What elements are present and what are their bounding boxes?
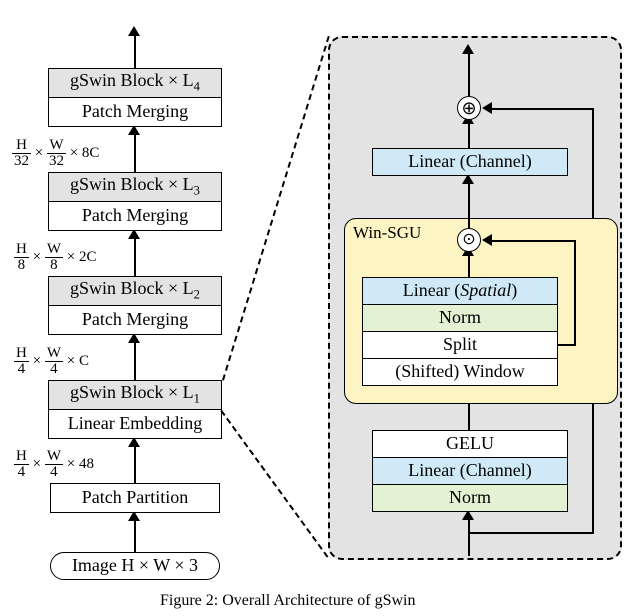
elementwise-add-icon: ⊕ <box>457 96 481 120</box>
figure-caption: Figure 2: Overall Architecture of gSwin <box>160 592 416 610</box>
patch-merging-box-3: Patch Merging <box>48 201 222 231</box>
elementwise-product-icon: ⊙ <box>457 228 481 252</box>
arrow <box>134 237 136 276</box>
architecture-diagram: Image H × W × 3 Patch Partition H4 × W4 … <box>0 0 640 616</box>
residual-line-h1 <box>470 532 594 534</box>
linear-channel-bottom-box: Linear (Channel) <box>372 457 568 485</box>
split-branch-h2 <box>490 240 576 242</box>
linear-spatial-box: Linear (Spatial) <box>362 277 558 305</box>
arrow <box>134 133 136 172</box>
gswin-block-L1-box: gSwin Block × L1 <box>48 380 222 410</box>
zoom-line-bottom <box>220 410 328 558</box>
patch-merging-box-2: Patch Merging <box>48 305 222 335</box>
arrow-head <box>462 44 474 54</box>
zoom-line-top <box>222 36 330 381</box>
gelu-box: GELU <box>372 430 568 458</box>
split-branch-v <box>574 240 576 346</box>
gswin-block-L3-box: gSwin Block × L3 <box>48 172 222 202</box>
gswin-block-L4-box: gSwin Block × L4 <box>48 68 222 98</box>
dim-label-48: H4 × W4 × 48 <box>14 449 94 480</box>
arrow-head <box>482 102 492 114</box>
linear-channel-top-box: Linear (Channel) <box>372 148 568 176</box>
arrow <box>468 52 470 96</box>
arrow <box>134 445 136 483</box>
arrow <box>468 122 470 148</box>
norm-bottom-box: Norm <box>372 484 568 512</box>
arrow <box>468 182 470 228</box>
arrow <box>468 400 470 430</box>
linear-embedding-box: Linear Embedding <box>48 409 222 439</box>
gswin-block-L2-box: gSwin Block × L2 <box>48 276 222 306</box>
residual-line-h2 <box>490 108 594 110</box>
patch-merging-box-4: Patch Merging <box>48 97 222 127</box>
arrow <box>134 341 136 380</box>
arrow-head <box>482 234 492 246</box>
split-box: Split <box>362 331 558 359</box>
shifted-window-box: (Shifted) Window <box>362 358 558 386</box>
patch-partition-box: Patch Partition <box>50 483 220 513</box>
norm-winsgu-box: Norm <box>362 304 558 332</box>
dim-label-8C: H32 × W32 × 8C <box>12 138 99 169</box>
arrow <box>134 519 136 552</box>
dim-label-C: H4 × W4 × C <box>14 346 89 377</box>
arrow <box>134 34 136 68</box>
image-input-box: Image H × W × 3 <box>50 552 220 580</box>
arrow <box>468 518 470 556</box>
dim-label-2C: H8 × W8 × 2C <box>14 242 96 273</box>
win-sgu-label: Win-SGU <box>353 223 421 242</box>
arrow-head <box>128 26 140 36</box>
